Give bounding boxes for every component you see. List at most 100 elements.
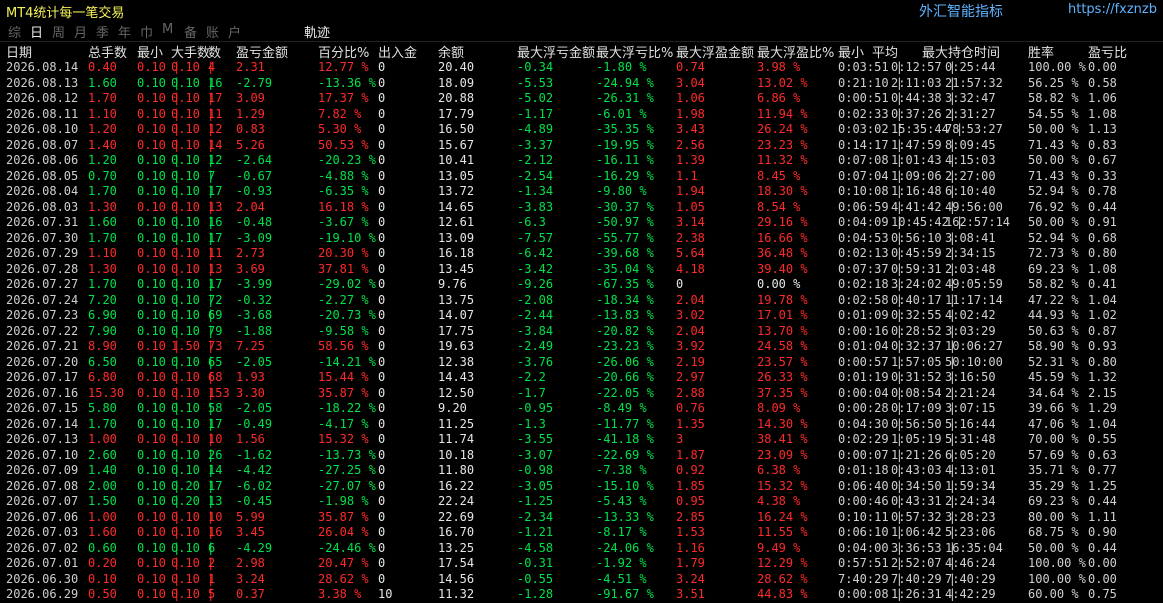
table-row[interactable]: 2026.06.29 0.50 0.10 | 0.10 | 5 0.37 3.38 % 10 1…: [0, 587, 1163, 603]
table-cell: -20.73 %: [318, 308, 376, 322]
table-row[interactable]: 2026.07.29 1.10 0.10 | 0.10 | 11 2.73 20.30 % 0…: [0, 246, 1163, 262]
table-cell: 1.40: [88, 137, 117, 152]
header-cell[interactable]: 百分比%: [318, 42, 369, 61]
table-row[interactable]: 2026.08.10 1.20 0.10 | 0.10 | 12 0.83 5.30 % 0 1…: [0, 122, 1163, 138]
table-cell: 3.43: [676, 122, 705, 136]
site-link[interactable]: https://fxznzb: [1068, 2, 1157, 17]
header-cell[interactable]: 胜率: [1028, 42, 1054, 61]
table-row[interactable]: 2026.08.05 0.70 0.10 | 0.10 | 7 -0.67 -4.88 % 0…: [0, 169, 1163, 185]
table-cell: 0: [378, 184, 386, 198]
table-cell: 100.00 %: [1028, 571, 1086, 586]
table-row[interactable]: 2026.08.04 1.70 0.10 | 0.10 | 17 -0.93 -6.35 %…: [0, 184, 1163, 200]
table-row[interactable]: 2026.06.30 0.10 0.10 | 0.10 | 1 3.24 28.62 % 0 1…: [0, 572, 1163, 588]
table-row[interactable]: 2026.07.06 1.00 0.10 | 0.10 | 10 5.99 35.87 % 0…: [0, 510, 1163, 526]
table-cell: 9.76: [438, 277, 467, 291]
tab-7[interactable]: M: [162, 22, 173, 37]
table-cell: 0.37: [236, 587, 265, 601]
header-cell[interactable]: 最大浮盈比%: [757, 42, 834, 61]
table-cell: -1.98 %: [318, 494, 369, 508]
table-row[interactable]: 2026.07.21 8.90 0.10 | 1.50 | 73 7.25 58.56 % 0…: [0, 339, 1163, 355]
tab-10[interactable]: 户: [228, 22, 241, 41]
table-cell: 5:23:06: [945, 525, 996, 539]
table-row[interactable]: 2026.07.03 1.60 0.10 | 0.10 | 16 3.45 26.04 % 0…: [0, 525, 1163, 541]
table-cell: 58.90 %: [1028, 339, 1079, 353]
table-row[interactable]: 2026.08.03 1.30 0.10 | 0.10 | 13 2.04 16.18 % 0…: [0, 200, 1163, 216]
header-cell[interactable]: 盈亏金额: [236, 42, 288, 61]
table-cell: 20.47 %: [318, 556, 369, 570]
tab-3[interactable]: 月: [74, 22, 87, 41]
header-cell[interactable]: 总手数: [88, 42, 127, 61]
tab-2[interactable]: 周: [52, 22, 65, 41]
table-cell: 50.00 %: [1028, 540, 1079, 555]
table-row[interactable]: 2026.07.01 0.20 0.10 | 0.10 | 2 2.98 20.47 % 0 1…: [0, 556, 1163, 572]
header-cell[interactable]: 平均: [872, 42, 898, 61]
header-cell[interactable]: 最小: [137, 42, 163, 61]
table-row[interactable]: 2026.08.14 0.40 0.10 | 0.10 | 4 2.31 12.77 % 0 2…: [0, 60, 1163, 76]
table-row[interactable]: 2026.07.13 1.00 0.10 | 0.10 | 10 1.56 15.32 % 0…: [0, 432, 1163, 448]
table-cell: -2.05: [236, 354, 273, 369]
tab-4[interactable]: 季: [96, 22, 109, 41]
table-row[interactable]: 2026.07.15 5.80 0.10 | 0.10 | 58 -2.05 -18.22 …: [0, 401, 1163, 417]
table-row[interactable]: 2026.07.27 1.70 0.10 | 0.10 | 17 -3.99 -29.02 …: [0, 277, 1163, 293]
mode-label[interactable]: 軌迹: [304, 22, 330, 41]
tab-0[interactable]: 综: [8, 22, 21, 41]
table-cell: 29.16 %: [757, 215, 808, 229]
table-row[interactable]: 2026.07.31 1.60 0.10 | 0.10 | 16 -0.48 -3.67 %…: [0, 215, 1163, 231]
table-row[interactable]: 2026.07.16 15.30 0.10 | 0.10 | 153 3.30 35.87 …: [0, 386, 1163, 402]
tab-5[interactable]: 年: [118, 22, 131, 41]
table-row[interactable]: 2026.08.12 1.70 0.10 | 0.10 | 17 3.09 17.37 % 0…: [0, 91, 1163, 107]
table-row[interactable]: 2026.08.07 1.40 0.10 | 0.10 | 14 5.26 50.53 % 0…: [0, 138, 1163, 154]
header-cell[interactable]: 最大持仓时间: [922, 42, 1000, 61]
table-row[interactable]: 2026.07.23 6.90 0.10 | 0.10 | 69 -3.68 -20.73 …: [0, 308, 1163, 324]
table-cell: 3.09: [236, 91, 265, 105]
table-cell: -2.54: [517, 168, 554, 183]
table-row[interactable]: 2026.07.24 7.20 0.10 | 0.10 | 72 -0.32 -2.27 %…: [0, 293, 1163, 309]
table-row[interactable]: 2026.07.14 1.70 0.10 | 0.10 | 17 -0.49 -4.17 %…: [0, 417, 1163, 433]
header-cell[interactable]: 余额: [438, 42, 464, 61]
table-row[interactable]: 2026.07.20 6.50 0.10 | 0.10 | 65 -2.05 -14.21 …: [0, 355, 1163, 371]
app-title: MT4统计每一笔交易: [6, 6, 125, 21]
header-cell[interactable]: 出入金: [378, 42, 417, 61]
table-cell: -18.34 %: [596, 292, 654, 307]
table-cell: 7.20: [88, 292, 117, 307]
table-cell: -15.10 %: [596, 478, 654, 493]
tab-1[interactable]: 日: [30, 22, 43, 41]
table-row[interactable]: 2026.08.13 1.60 0.10 | 0.10 | 16 -2.79 -13.36 …: [0, 76, 1163, 92]
header-cell[interactable]: 最大浮盈金额: [676, 42, 754, 61]
table-row[interactable]: 2026.07.02 0.60 0.10 | 0.10 | 6 -4.29 -24.46 %…: [0, 541, 1163, 557]
table-row[interactable]: 2026.07.28 1.30 0.10 | 0.10 | 13 3.69 37.81 % 0…: [0, 262, 1163, 278]
table-row[interactable]: 2026.07.10 2.60 0.10 | 0.10 | 26 -1.62 -13.73 …: [0, 448, 1163, 464]
header-cell[interactable]: 数: [208, 42, 221, 61]
table-cell: 10.41: [438, 153, 475, 167]
table-row[interactable]: 2026.07.17 6.80 0.10 | 0.10 | 68 1.93 15.44 % 0…: [0, 370, 1163, 386]
header-cell[interactable]: 日期: [6, 42, 32, 61]
table-cell: 14: [208, 137, 223, 152]
header-cell[interactable]: 大手数: [171, 42, 210, 61]
table-cell: 0: [378, 308, 386, 322]
tab-6[interactable]: 巾: [140, 22, 153, 41]
table-cell: -1.88: [236, 323, 273, 338]
table-cell: 6:05:20: [945, 447, 996, 462]
table-cell: -13.33 %: [596, 509, 654, 524]
header-cell[interactable]: 最大浮亏比%: [596, 42, 673, 61]
header-cell[interactable]: 盈亏比: [1088, 42, 1127, 61]
table-row[interactable]: 2026.08.11 1.10 0.10 | 0.10 | 11 1.29 7.82 % 0 1…: [0, 107, 1163, 123]
table-cell: 23.23 %: [757, 137, 808, 152]
table-cell: -0.31: [517, 556, 554, 570]
table-cell: 11.32 %: [757, 153, 808, 167]
table-cell: 0: [378, 339, 386, 353]
table-row[interactable]: 2026.07.22 7.90 0.10 | 0.10 | 79 -1.88 -9.58 %…: [0, 324, 1163, 340]
table-cell: 0: [378, 91, 386, 105]
header-cell[interactable]: 最小: [838, 42, 864, 61]
table-cell: 4:46:24: [945, 556, 996, 570]
header-cell[interactable]: 最大浮亏金额: [517, 42, 595, 61]
tab-9[interactable]: 账: [206, 22, 219, 41]
tab-8[interactable]: 备: [184, 22, 197, 41]
table-row[interactable]: 2026.07.08 2.00 0.10 | 0.20 | 17 -6.02 -27.07 …: [0, 479, 1163, 495]
table-row[interactable]: 2026.07.07 1.50 0.10 | 0.20 | 13 -0.45 -1.98 %…: [0, 494, 1163, 510]
table-row[interactable]: 2026.07.09 1.40 0.10 | 0.10 | 14 -4.42 -27.25 …: [0, 463, 1163, 479]
table-row[interactable]: 2026.07.30 1.70 0.10 | 0.10 | 17 -3.09 -19.10 …: [0, 231, 1163, 247]
table-cell: 0.50: [88, 587, 117, 601]
table-row[interactable]: 2026.08.06 1.20 0.10 | 0.10 | 12 -2.64 -20.23 …: [0, 153, 1163, 169]
table-cell: -3.05: [517, 478, 554, 493]
